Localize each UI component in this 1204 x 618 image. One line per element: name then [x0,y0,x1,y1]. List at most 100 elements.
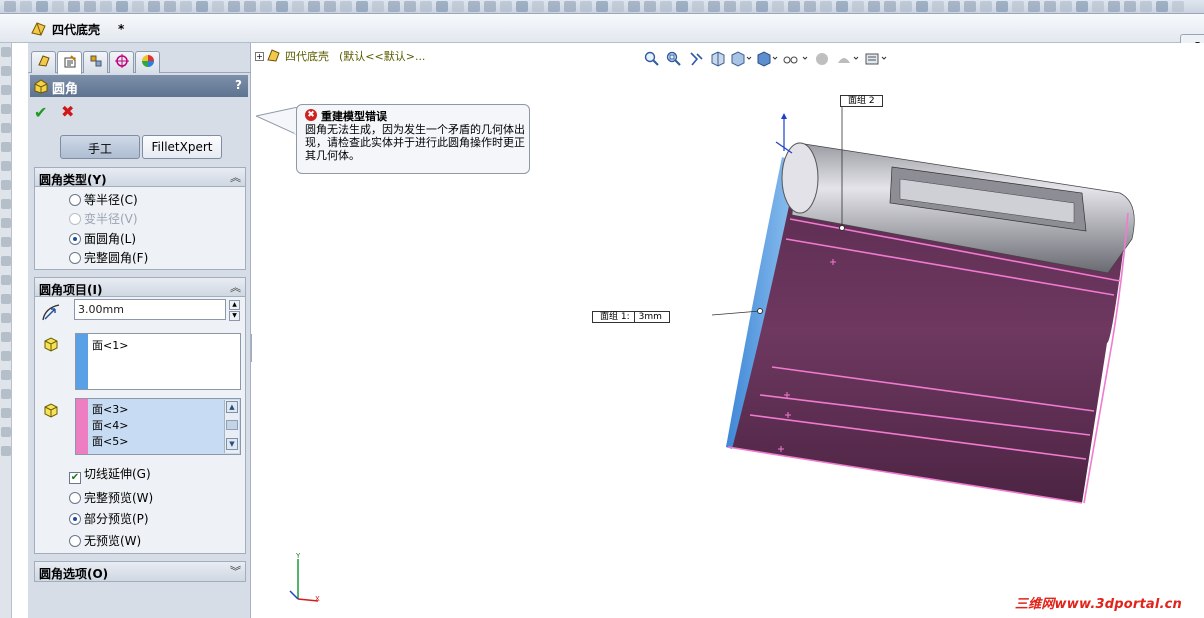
scroll-thumb[interactable] [226,420,238,430]
toolbar-tool-icon[interactable] [836,1,848,12]
command-tool-icon[interactable] [1,275,11,285]
fillet-type-header[interactable]: 圆角类型(Y) ︽ [35,168,245,187]
display-style-icon[interactable] [756,51,778,67]
command-tool-icon[interactable] [1,47,11,57]
toolbar-tool-icon[interactable] [116,1,128,12]
toolbar-tool-icon[interactable] [804,1,816,12]
toolbar-tool-icon[interactable] [692,1,704,12]
toolbar-tool-icon[interactable] [852,1,864,12]
toolbar-tool-icon[interactable] [596,1,608,12]
toolbar-tool-icon[interactable] [772,1,784,12]
toolbar-tool-icon[interactable] [228,1,240,12]
toolbar-tool-icon[interactable] [244,1,256,12]
toolbar-tool-icon[interactable] [180,1,192,12]
toolbar-tool-icon[interactable] [308,1,320,12]
toolbar-tool-icon[interactable] [1092,1,1104,12]
apply-scene-icon[interactable] [836,51,859,67]
scroll-up-button[interactable]: ▲ [226,401,238,413]
toolbar-tool-icon[interactable] [756,1,768,12]
command-tool-icon[interactable] [1,446,11,456]
toolbar-tool-icon[interactable] [516,1,528,12]
toolbar-tool-icon[interactable] [276,1,288,12]
face-set2-list[interactable]: 面<3> 面<4> 面<5> ▲ ▼ [75,398,241,455]
command-tool-icon[interactable] [1,351,11,361]
list-item[interactable]: 面<3> [92,401,128,417]
command-tool-icon[interactable] [1,389,11,399]
face-set1-list[interactable]: 面<1> [75,333,241,390]
radio-full-round[interactable]: 完整圆角(F) [69,249,148,267]
toolbar-tool-icon[interactable] [628,1,640,12]
callout-face-set2[interactable]: 面组 2 [840,95,883,107]
fillet-options-header[interactable]: 圆角选项(O) ︾ [35,562,245,581]
command-tool-icon[interactable] [1,408,11,418]
toolbar-tool-icon[interactable] [644,1,656,12]
toolbar-tool-icon[interactable] [436,1,448,12]
toolbar-tool-icon[interactable] [740,1,752,12]
tab-configuration-manager[interactable] [83,51,108,73]
toolbar-tool-icon[interactable] [1156,1,1168,12]
zoom-to-fit-icon[interactable] [644,51,660,67]
help-button[interactable]: ? [235,78,242,92]
scroll-down-button[interactable]: ▼ [226,438,238,450]
command-tool-icon[interactable] [1,142,11,152]
command-tool-icon[interactable] [1,66,11,76]
toolbar-tool-icon[interactable] [612,1,624,12]
tab-property-manager[interactable] [57,51,82,74]
collapse-icon[interactable]: ︽ [230,279,241,295]
radius-increase-button[interactable]: ▲ [229,300,240,310]
command-tool-icon[interactable] [1,256,11,266]
toolbar-tool-icon[interactable] [948,1,960,12]
toolbar-tool-icon[interactable] [708,1,720,12]
toolbar-tool-icon[interactable] [36,1,48,12]
toolbar-tool-icon[interactable] [1012,1,1024,12]
cancel-button[interactable]: ✖ [61,102,74,121]
radius-input[interactable]: 3.00mm [74,299,226,320]
toolbar-tool-icon[interactable] [532,1,544,12]
toolbar-tool-icon[interactable] [724,1,736,12]
hide-show-items-icon[interactable] [782,51,808,67]
toolbar-tool-icon[interactable] [356,1,368,12]
toolbar-tool-icon[interactable] [260,1,272,12]
view-orientation-icon[interactable] [730,51,752,67]
command-tool-icon[interactable] [1,180,11,190]
toolbar-tool-icon[interactable] [820,1,832,12]
toolbar-tool-icon[interactable] [1044,1,1056,12]
toolbar-tool-icon[interactable] [1108,1,1120,12]
toolbar-tool-icon[interactable] [132,1,144,12]
command-tool-icon[interactable] [1,123,11,133]
toolbar-tool-icon[interactable] [196,1,208,12]
radio-full-preview[interactable]: 完整预览(W) [69,489,153,507]
list-item[interactable]: 面<1> [92,337,128,353]
command-tool-icon[interactable] [1,237,11,247]
radio-variable-radius[interactable]: 变半径(V) [69,210,138,228]
toolbar-tool-icon[interactable] [68,1,80,12]
part-model[interactable] [712,103,1142,563]
view-settings-icon[interactable] [864,51,887,67]
toolbar-tool-icon[interactable] [292,1,304,12]
toolbar-tool-icon[interactable] [100,1,112,12]
toolbar-tool-icon[interactable] [1076,1,1088,12]
command-tool-icon[interactable] [1,427,11,437]
toolbar-tool-icon[interactable] [1028,1,1040,12]
callout-face-set1[interactable]: 面组 1: 3mm [592,311,670,323]
command-tool-icon[interactable] [1,218,11,228]
cylinder-end-cap[interactable] [781,142,819,214]
toolbar-tool-icon[interactable] [484,1,496,12]
toolbar-tool-icon[interactable] [164,1,176,12]
toolbar-tool-icon[interactable] [564,1,576,12]
toolbar-tool-icon[interactable] [4,1,16,12]
face-set2-scrollbar[interactable]: ▲ ▼ [224,400,239,453]
toolbar-tool-icon[interactable] [788,1,800,12]
zoom-to-area-icon[interactable] [666,51,682,67]
toolbar-tool-icon[interactable] [388,1,400,12]
graphics-viewport[interactable]: + 四代底壳 (默认<<默认>... ✖ 重建模型错误 圆角无法生成，因为发生一个矛… [252,43,1204,618]
toolbar-tool-icon[interactable] [548,1,560,12]
toolbar-tool-icon[interactable] [372,1,384,12]
command-tool-icon[interactable] [1,199,11,209]
expand-node-button[interactable]: + [255,52,264,61]
toolbar-tool-icon[interactable] [900,1,912,12]
radio-constant-radius[interactable]: 等半径(C) [69,191,138,209]
section-view-icon[interactable] [710,51,726,67]
tab-display-manager[interactable] [135,51,160,73]
toolbar-tool-icon[interactable] [20,1,32,12]
